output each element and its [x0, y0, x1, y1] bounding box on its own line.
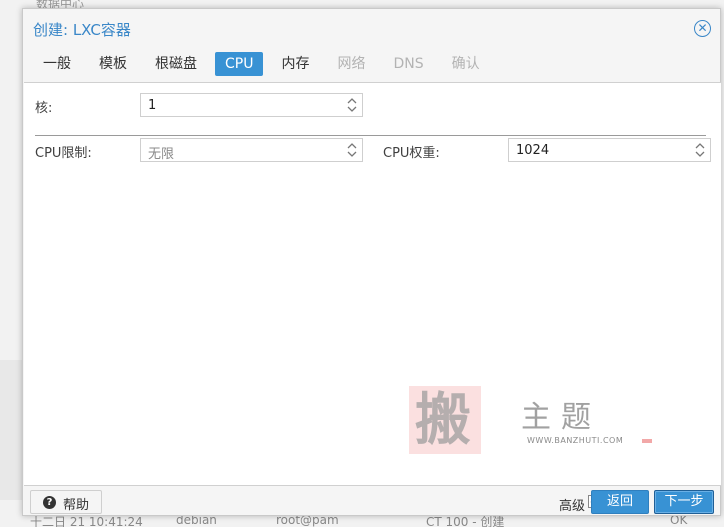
- help-button[interactable]: ? 帮助: [30, 490, 102, 514]
- cores-label: 核:: [35, 101, 53, 116]
- cpu-settings-panel: 核: 1 CPU限制: 无限 CPU权重: 1024 搬 主题 WWW.BANZ…: [24, 82, 721, 486]
- spinner-arrows-icon[interactable]: [695, 141, 705, 159]
- dialog-footer: ? 帮助 高级 返回 下一步: [23, 487, 720, 517]
- dialog-titlebar[interactable]: 创建: LXC容器 ✕: [23, 9, 720, 47]
- cpu-weight-label: CPU权重:: [383, 146, 440, 161]
- advanced-label: 高级: [558, 499, 585, 514]
- create-lxc-dialog: 创建: LXC容器 ✕ 一般 模板 根磁盘 CPU 内存 网络 DNS 确认 核…: [22, 8, 721, 516]
- close-icon[interactable]: ✕: [694, 20, 711, 37]
- watermark: 搬 主题 WWW.BANZHUTI.COM: [409, 386, 652, 456]
- tab-dns: DNS: [393, 56, 424, 72]
- wizard-tabs: 一般 模板 根磁盘 CPU 内存 网络 DNS 确认: [33, 52, 498, 76]
- next-button[interactable]: 下一步: [654, 490, 714, 514]
- dialog-title: 创建: LXC容器: [33, 21, 131, 39]
- tab-memory[interactable]: 内存: [271, 52, 319, 76]
- watermark-url: WWW.BANZHUTI.COM: [527, 436, 624, 445]
- watermark-text: 主题: [521, 400, 601, 435]
- watermark-bar: [642, 439, 652, 443]
- cpu-limit-input[interactable]: 无限: [148, 143, 174, 162]
- cores-value[interactable]: 1: [148, 98, 156, 113]
- cpu-limit-spinner[interactable]: 无限: [140, 138, 363, 162]
- tab-root-disk[interactable]: 根磁盘: [145, 52, 207, 76]
- tab-cpu[interactable]: CPU: [215, 52, 264, 76]
- cpu-limit-label: CPU限制:: [35, 146, 92, 161]
- background-panel-edge: [0, 360, 22, 500]
- tab-template[interactable]: 模板: [89, 52, 137, 76]
- cores-spinner[interactable]: 1: [140, 93, 363, 117]
- cpu-weight-value[interactable]: 1024: [516, 143, 549, 158]
- cpu-weight-spinner[interactable]: 1024: [508, 138, 711, 162]
- spinner-arrows-icon[interactable]: [347, 96, 357, 114]
- tab-confirm: 确认: [451, 56, 480, 72]
- question-circle-icon: ?: [43, 496, 56, 509]
- back-button[interactable]: 返回: [591, 490, 649, 514]
- watermark-glyph: 搬: [415, 387, 471, 453]
- tab-network: 网络: [337, 56, 366, 72]
- spinner-arrows-icon[interactable]: [347, 141, 357, 159]
- tab-general[interactable]: 一般: [33, 52, 81, 76]
- section-separator: [35, 135, 706, 136]
- help-button-label: 帮助: [63, 498, 90, 513]
